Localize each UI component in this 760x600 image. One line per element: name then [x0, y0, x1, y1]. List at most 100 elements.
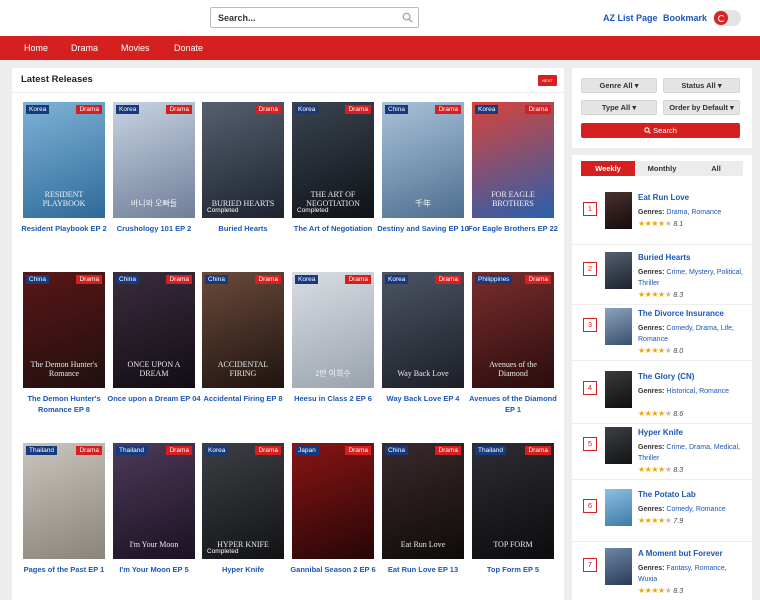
card-title[interactable]: Once upon a Dream EP 04 — [107, 393, 201, 404]
next-button[interactable]: NEXT — [538, 75, 557, 86]
popular-title[interactable]: The Divorce Insurance — [638, 309, 724, 318]
card-title[interactable]: Heesu in Class 2 EP 6 — [286, 393, 380, 404]
search-icon[interactable] — [402, 12, 413, 23]
poster-image[interactable]: BURIED HEARTS Drama Completed — [202, 102, 284, 218]
thumbnail-image[interactable] — [605, 252, 632, 289]
thumbnail-image[interactable] — [605, 371, 632, 408]
poster-image[interactable]: ACCIDENTAL FIRING China Drama — [202, 272, 284, 388]
genre-link[interactable]: Fantasy — [666, 565, 690, 572]
popular-item[interactable]: 1 Eat Run Love Genres: Drama, Romance ★★★★★… — [572, 192, 752, 255]
genre-link[interactable]: Romance — [638, 336, 668, 343]
poster-image[interactable]: TOP FORM Thailand Drama — [472, 443, 554, 559]
popular-item[interactable]: 2 Buried Hearts Genres: Crime, Mystery, Po… — [572, 252, 752, 315]
tab-all[interactable]: All — [689, 161, 743, 176]
star-icon: ★ — [664, 586, 672, 595]
search-input[interactable] — [211, 8, 396, 27]
popular-title[interactable]: Hyper Knife — [638, 428, 683, 437]
card-title[interactable]: Pages of the Past EP 1 — [17, 564, 111, 575]
popular-title[interactable]: A Moment but Forever — [638, 549, 723, 558]
genre-link[interactable]: Romance — [695, 565, 725, 572]
genre-filter[interactable]: Genre All ▾ — [581, 78, 657, 93]
poster-image[interactable]: Japan Drama — [292, 443, 374, 559]
genre-link[interactable]: Drama — [666, 209, 687, 216]
genre-link[interactable]: Mystery — [689, 269, 713, 276]
genre-link[interactable]: Romance — [699, 388, 729, 395]
thumbnail-image[interactable] — [605, 192, 632, 229]
card-title[interactable]: Accidental Firing EP 8 — [196, 393, 290, 404]
poster-image[interactable]: THE ART OF NEGOTIATION Korea Drama Complete… — [292, 102, 374, 218]
poster-image[interactable]: FOR EAGLE BROTHERS Korea Drama — [472, 102, 554, 218]
genre-link[interactable]: Crime — [666, 269, 685, 276]
genre-link[interactable]: Romance — [696, 506, 726, 513]
popular-item[interactable]: 4 The Glory (CN) Genres: Historical, Roman… — [572, 371, 752, 434]
card-title[interactable]: For Eagle Brothers EP 22 — [466, 223, 560, 234]
card-title[interactable]: Eat Run Love EP 13 — [376, 564, 470, 575]
type-badge: Drama — [76, 275, 102, 284]
poster-image[interactable]: Thailand Drama — [23, 443, 105, 559]
genre-link[interactable]: Drama — [689, 444, 710, 451]
genre-link[interactable]: Thriller — [638, 280, 659, 287]
type-filter[interactable]: Type All ▾ — [581, 100, 657, 115]
popular-title[interactable]: The Potato Lab — [638, 490, 696, 499]
genre-link[interactable]: Romance — [691, 209, 721, 216]
genre-link[interactable]: Comedy — [666, 325, 692, 332]
genre-link[interactable]: Thriller — [638, 455, 659, 462]
thumbnail-image[interactable] — [605, 548, 632, 585]
genre-link[interactable]: Medical — [714, 444, 738, 451]
popular-item[interactable]: 3 The Divorce Insurance Genres: Comedy, Dr… — [572, 308, 752, 371]
poster-image[interactable]: 2반 이희수 Korea Drama — [292, 272, 374, 388]
card-title[interactable]: Top Form EP 5 — [466, 564, 560, 575]
poster-image[interactable]: 바니와 오빠들 Korea Drama — [113, 102, 195, 218]
bookmark-link[interactable]: Bookmark — [663, 13, 707, 23]
poster-image[interactable]: I'm Your Moon Thailand Drama — [113, 443, 195, 559]
rating-value: 8.3 — [673, 467, 684, 474]
genre-link[interactable]: Political — [717, 269, 741, 276]
genre-link[interactable]: Drama — [696, 325, 717, 332]
popular-item[interactable]: 6 The Potato Lab Genres: Comedy, Romance ★★… — [572, 489, 752, 552]
popular-title[interactable]: Eat Run Love — [638, 193, 689, 202]
az-list-link[interactable]: AZ List Page — [603, 13, 658, 23]
genre-link[interactable]: Historical — [666, 388, 695, 395]
poster-image[interactable]: Avenues of the Diamond Philippines Drama — [472, 272, 554, 388]
card-title[interactable]: Gannibal Season 2 EP 6 — [286, 564, 380, 575]
genre-link[interactable]: Comedy — [666, 506, 692, 513]
thumbnail-image[interactable] — [605, 308, 632, 345]
popular-item[interactable]: 7 A Moment but Forever Genres: Fantasy, Ro… — [572, 548, 752, 600]
poster-image[interactable]: 千年 China Drama — [382, 102, 464, 218]
card-title[interactable]: The Demon Hunter's Romance EP 8 — [17, 393, 111, 415]
thumbnail-image[interactable] — [605, 489, 632, 526]
card-title[interactable]: Resident Playbook EP 2 — [17, 223, 111, 234]
popular-title[interactable]: Buried Hearts — [638, 253, 690, 262]
nav-movies[interactable]: Movies — [121, 43, 150, 53]
order-filter[interactable]: Order by Default ▾ — [663, 100, 740, 115]
tab-monthly[interactable]: Monthly — [635, 161, 689, 176]
status-filter[interactable]: Status All ▾ — [663, 78, 740, 93]
popular-title[interactable]: The Glory (CN) — [638, 372, 694, 381]
card-title[interactable]: The Art of Negotiation — [286, 223, 380, 234]
dark-mode-toggle[interactable] — [713, 10, 741, 26]
card-title[interactable]: Avenues of the Diamond EP 1 — [466, 393, 560, 415]
search-button[interactable]: Search — [581, 123, 740, 138]
card-title[interactable]: Destiny and Saving EP 10 — [376, 223, 470, 234]
type-badge: Drama — [255, 446, 281, 455]
genre-link[interactable]: Wuxia — [638, 576, 657, 583]
genre-link[interactable]: Life — [721, 325, 732, 332]
tab-weekly[interactable]: Weekly — [581, 161, 635, 176]
poster-image[interactable]: Way Back Love Korea Drama — [382, 272, 464, 388]
thumbnail-image[interactable] — [605, 427, 632, 464]
card-title[interactable]: Buried Hearts — [196, 223, 290, 234]
nav-home[interactable]: Home — [24, 43, 48, 53]
card-title[interactable]: Way Back Love EP 4 — [376, 393, 470, 404]
popular-item[interactable]: 5 Hyper Knife Genres: Crime, Drama, Medica… — [572, 427, 752, 490]
poster-image[interactable]: ONCE UPON A DREAM China Drama — [113, 272, 195, 388]
card-title[interactable]: I'm Your Moon EP 5 — [107, 564, 201, 575]
genre-link[interactable]: Crime — [666, 444, 685, 451]
poster-image[interactable]: The Demon Hunter's Romance China Drama — [23, 272, 105, 388]
poster-image[interactable]: RESIDENT PLAYBOOK Korea Drama — [23, 102, 105, 218]
card-title[interactable]: Hyper Knife — [196, 564, 290, 575]
poster-image[interactable]: HYPER KNIFE Korea Drama Completed — [202, 443, 284, 559]
poster-image[interactable]: Eat Run Love China Drama — [382, 443, 464, 559]
nav-drama[interactable]: Drama — [71, 43, 98, 53]
nav-donate[interactable]: Donate — [174, 43, 203, 53]
card-title[interactable]: Crushology 101 EP 2 — [107, 223, 201, 234]
